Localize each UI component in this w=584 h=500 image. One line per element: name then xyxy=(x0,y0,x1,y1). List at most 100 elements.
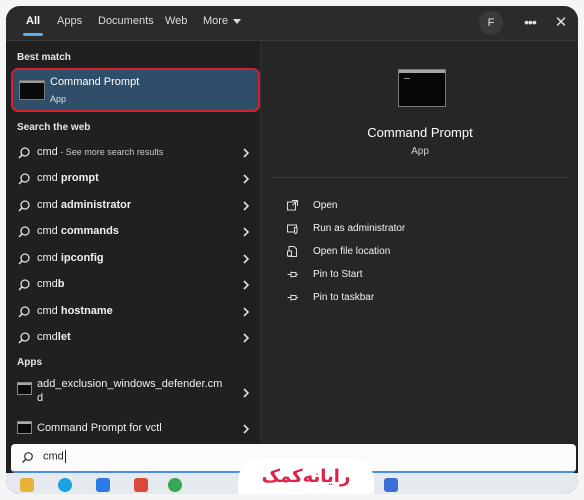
filter-bar: All Apps Documents Web More F ••• ✕ xyxy=(6,6,578,41)
shield-icon xyxy=(287,224,298,235)
web-result-suffix: - See more search results xyxy=(57,147,164,157)
chevron-right-icon xyxy=(243,424,250,434)
web-result-text: cmd prompt xyxy=(37,172,99,184)
best-match-subtitle: App xyxy=(50,94,67,104)
web-result-bold: ipconfig xyxy=(60,252,104,264)
watermark-logo: رایانه‌کمک xyxy=(261,466,351,487)
more-dots-icon[interactable]: ••• xyxy=(518,11,542,35)
action-label: Pin to taskbar xyxy=(313,292,375,303)
action-label: Open xyxy=(313,200,338,211)
app-item-name: add_exclusion_windows_defender.cm d xyxy=(37,377,222,405)
chevron-right-icon xyxy=(243,148,250,158)
pin-to-start-action[interactable]: Pin to Start xyxy=(286,265,546,285)
web-result-prefix: cmd xyxy=(37,278,58,290)
watermark-badge: رایانه‌کمک xyxy=(238,458,374,494)
tab-apps[interactable]: Apps xyxy=(57,15,82,27)
chevron-right-icon xyxy=(243,280,250,290)
app-icon[interactable] xyxy=(96,478,110,492)
search-value: cmd xyxy=(43,450,66,463)
tab-more-label: More xyxy=(203,15,229,27)
web-result-text: cmd ipconfig xyxy=(37,252,104,264)
web-result-item[interactable]: cmd prompt xyxy=(11,166,256,192)
pin-icon xyxy=(287,294,298,301)
tab-documents[interactable]: Documents xyxy=(98,15,154,27)
chevron-right-icon xyxy=(243,201,250,211)
chevron-right-icon xyxy=(243,333,250,343)
skype-icon[interactable] xyxy=(58,478,72,492)
chevron-right-icon xyxy=(243,388,250,398)
web-result-bold: administrator xyxy=(60,199,132,211)
web-result-text: cmd - See more search results xyxy=(37,146,163,158)
web-result-item[interactable]: cmdlet xyxy=(11,325,256,351)
web-result-item[interactable]: cmd ipconfig xyxy=(11,246,256,272)
web-result-prefix: cmd xyxy=(37,305,61,317)
web-result-item[interactable]: cmd commands xyxy=(11,219,256,245)
open-action[interactable]: Open xyxy=(286,196,546,216)
web-result-bold: commands xyxy=(60,225,119,237)
text-caret xyxy=(64,450,66,463)
divider xyxy=(271,177,569,178)
command-prompt-icon xyxy=(398,69,446,107)
app-icon[interactable] xyxy=(384,478,398,492)
search-icon xyxy=(18,332,30,344)
search-icon xyxy=(18,200,30,212)
best-match-title: Command Prompt xyxy=(50,76,140,88)
chevron-right-icon xyxy=(243,254,250,264)
pin-icon xyxy=(287,271,298,278)
web-result-item[interactable]: cmd - See more search results xyxy=(11,140,256,166)
search-icon xyxy=(22,452,33,463)
web-result-prefix: cmd xyxy=(37,199,61,211)
web-result-text: cmd hostname xyxy=(37,305,113,317)
web-result-text: cmdlet xyxy=(37,331,71,343)
web-result-prefix: cmd xyxy=(37,252,61,264)
search-icon xyxy=(18,226,30,238)
search-web-heading: Search the web xyxy=(17,122,91,133)
web-result-bold: hostname xyxy=(60,305,113,317)
web-result-text: cmd commands xyxy=(37,225,119,237)
web-result-item[interactable]: cmd administrator xyxy=(11,193,256,219)
app-item-name: Command Prompt for vctl xyxy=(37,422,162,434)
action-label: Run as administrator xyxy=(313,223,406,234)
preview-pane: Command Prompt App Open Run as administr… xyxy=(260,41,578,443)
web-result-prefix: cmd xyxy=(37,331,58,343)
run-as-admin-action[interactable]: Run as administrator xyxy=(286,219,546,239)
file-explorer-icon[interactable] xyxy=(20,478,34,492)
search-icon xyxy=(18,306,30,318)
chevron-right-icon xyxy=(243,227,250,237)
list-item[interactable]: Command Prompt for vctl xyxy=(11,416,256,442)
action-label: Pin to Start xyxy=(313,269,363,280)
chrome-icon[interactable] xyxy=(168,478,182,492)
web-result-bold: b xyxy=(57,278,65,290)
command-prompt-icon xyxy=(19,80,45,100)
tab-all[interactable]: All xyxy=(26,15,40,27)
list-item[interactable]: add_exclusion_windows_defender.cm d xyxy=(11,374,256,412)
app-icon[interactable] xyxy=(134,478,148,492)
chevron-right-icon xyxy=(243,307,250,317)
action-label: Open file location xyxy=(313,246,391,257)
web-result-item[interactable]: cmdb xyxy=(11,272,256,298)
avatar[interactable]: F xyxy=(479,11,503,35)
web-result-prefix: cmd xyxy=(37,172,61,184)
tab-more[interactable]: More xyxy=(203,15,242,27)
active-tab-indicator xyxy=(23,33,43,36)
open-file-location-action[interactable]: Open file location xyxy=(286,242,546,262)
pin-to-taskbar-action[interactable]: Pin to taskbar xyxy=(286,288,546,308)
app-item-line1: add_exclusion_windows_defender.cm xyxy=(37,378,223,390)
preview-title: Command Prompt xyxy=(367,125,473,140)
best-match-command-prompt[interactable]: Command Prompt App xyxy=(11,68,260,112)
open-icon xyxy=(287,200,298,211)
web-result-text: cmdb xyxy=(37,278,65,290)
search-text: cmd xyxy=(43,450,64,463)
apps-heading: Apps xyxy=(17,357,42,368)
search-icon xyxy=(18,279,30,291)
web-result-text: cmd administrator xyxy=(37,199,131,211)
tab-web[interactable]: Web xyxy=(165,15,187,27)
close-icon[interactable]: ✕ xyxy=(549,11,573,35)
web-result-item[interactable]: cmd hostname xyxy=(11,299,256,325)
web-result-prefix: cmd xyxy=(37,225,61,237)
command-prompt-icon xyxy=(17,421,32,434)
chevron-down-icon xyxy=(233,18,242,24)
preview-subtitle: App xyxy=(411,146,429,157)
web-result-bold: let xyxy=(57,331,71,343)
web-result-prefix: cmd xyxy=(37,146,58,158)
